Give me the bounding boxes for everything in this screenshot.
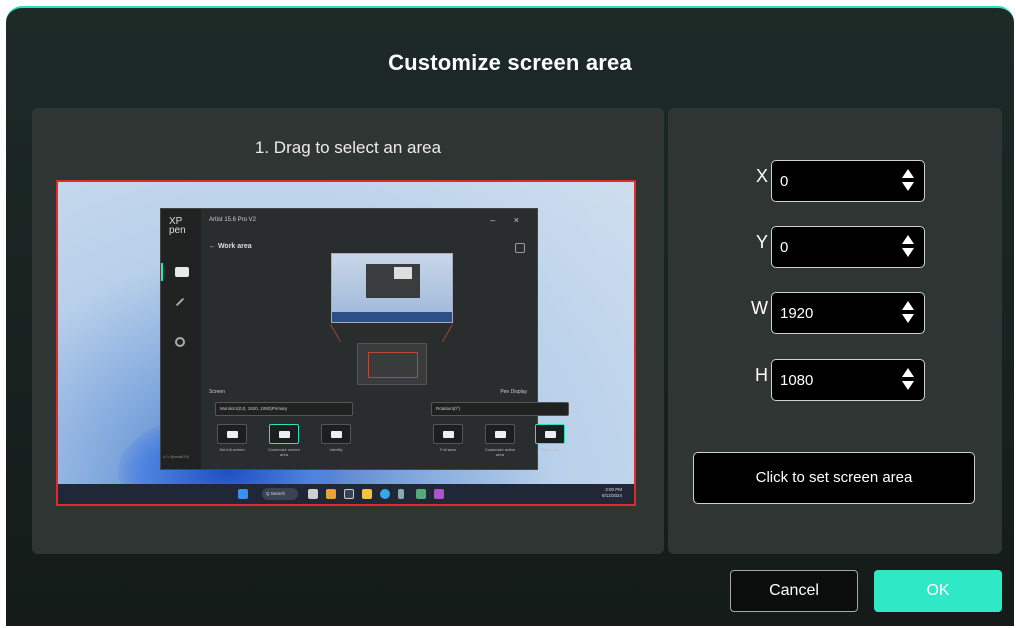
display-icon — [175, 267, 189, 277]
app-icon — [398, 489, 404, 499]
proportion-label: Proportion — [540, 447, 560, 452]
customize-screen-area-label: Customize screen area — [267, 447, 300, 457]
y-value[interactable]: 0 — [780, 239, 788, 256]
x-value[interactable]: 0 — [780, 173, 788, 190]
y-spinner[interactable] — [902, 235, 914, 259]
x-field-row: X 0 — [668, 160, 1002, 202]
app-icon — [344, 489, 354, 499]
pen-display-label: Pen Display — [500, 389, 527, 395]
tablet-thumbnail — [357, 343, 427, 385]
h-value[interactable]: 1080 — [780, 372, 813, 389]
y-field-row: Y 0 — [668, 226, 1002, 268]
set-screen-area-button[interactable]: Click to set screen area — [693, 452, 975, 504]
x-label: X — [755, 166, 768, 186]
cancel-button[interactable]: Cancel — [730, 570, 858, 612]
preview-taskbar: Q Search 3:00 PM 8/12/2024 — [58, 484, 634, 504]
decrement-arrow-icon[interactable] — [902, 314, 914, 323]
customize-screen-area-dialog: Customize screen area 1. Drag to select … — [6, 6, 1014, 626]
w-value[interactable]: 1920 — [780, 305, 813, 322]
preview-back-label: ← Work area — [209, 243, 252, 250]
increment-arrow-icon[interactable] — [902, 235, 914, 244]
h-spinner[interactable] — [902, 368, 914, 392]
mini-screen-thumbnail — [331, 253, 453, 323]
instruction-text: 1. Drag to select an area — [254, 138, 442, 157]
customize-active-area-button — [485, 424, 515, 444]
folder-icon — [362, 489, 372, 499]
increment-arrow-icon[interactable] — [902, 301, 914, 310]
decrement-arrow-icon[interactable] — [902, 248, 914, 257]
full-area-button — [433, 424, 463, 444]
taskbar-search: Q Search — [262, 488, 298, 500]
browser-icon — [380, 489, 390, 499]
app-icon — [326, 489, 336, 499]
dialog-title: Customize screen area — [388, 50, 632, 75]
preview-window-controls: – × — [490, 215, 527, 225]
x-spinbox[interactable]: 0 — [771, 160, 925, 202]
set-full-screen-label: Set full screen — [219, 447, 245, 452]
preview-window-title: Artist 15.6 Pro V2 — [209, 217, 257, 223]
version-label: 4.0.4(beta819) — [163, 454, 190, 459]
xppen-logo: XP pen — [169, 216, 186, 236]
increment-arrow-icon[interactable] — [902, 169, 914, 178]
proportion-button — [535, 424, 565, 444]
preview-app-window: XP pen 4.0.4(beta819) Artist 15.6 Pro V2… — [160, 208, 569, 470]
w-field-row: W 1920 — [668, 292, 1002, 334]
increment-arrow-icon[interactable] — [902, 368, 914, 377]
customize-active-area-label: Customize active area — [484, 447, 516, 457]
customize-screen-area-button — [269, 424, 299, 444]
x-spinner[interactable] — [902, 169, 914, 193]
h-label: H — [755, 365, 768, 385]
y-label: Y — [755, 232, 768, 252]
gear-icon — [175, 337, 185, 347]
y-spinbox[interactable]: 0 — [771, 226, 925, 268]
pen-icon — [175, 297, 185, 307]
taskbar-clock: 3:00 PM 8/12/2024 — [601, 487, 622, 498]
h-spinbox[interactable]: 1080 — [771, 359, 925, 401]
windows-start-icon — [238, 489, 248, 499]
coordinates-panel: X 0 Y 0 W 1920 H 1080 Click to set scree… — [668, 108, 1002, 554]
app-icon — [416, 489, 426, 499]
screen-label: Screen — [209, 389, 225, 395]
preview-app-sidebar: XP pen 4.0.4(beta819) — [161, 209, 201, 469]
w-spinbox[interactable]: 1920 — [771, 292, 925, 334]
rotation-select: Rotation(0°) — [431, 402, 569, 416]
refresh-icon — [515, 243, 525, 253]
task-view-icon — [308, 489, 318, 499]
decrement-arrow-icon[interactable] — [902, 381, 914, 390]
identify-label: Identify — [329, 447, 343, 452]
set-full-screen-button — [217, 424, 247, 444]
ok-button[interactable]: OK — [874, 570, 1002, 612]
screen-select: Monitor1(0,0, 1920, 1080)Primary — [215, 402, 353, 416]
w-label: W — [751, 298, 768, 318]
screen-preview-selection-area[interactable]: XP pen 4.0.4(beta819) Artist 15.6 Pro V2… — [56, 180, 636, 506]
identify-button — [321, 424, 351, 444]
w-spinner[interactable] — [902, 301, 914, 325]
app-icon — [434, 489, 444, 499]
sidebar-active-indicator — [161, 263, 163, 281]
h-field-row: H 1080 — [668, 359, 1002, 401]
decrement-arrow-icon[interactable] — [902, 182, 914, 191]
full-area-label: Full area — [440, 447, 456, 452]
screen-preview-panel: 1. Drag to select an area XP pen 4.0.4(b… — [32, 108, 664, 554]
